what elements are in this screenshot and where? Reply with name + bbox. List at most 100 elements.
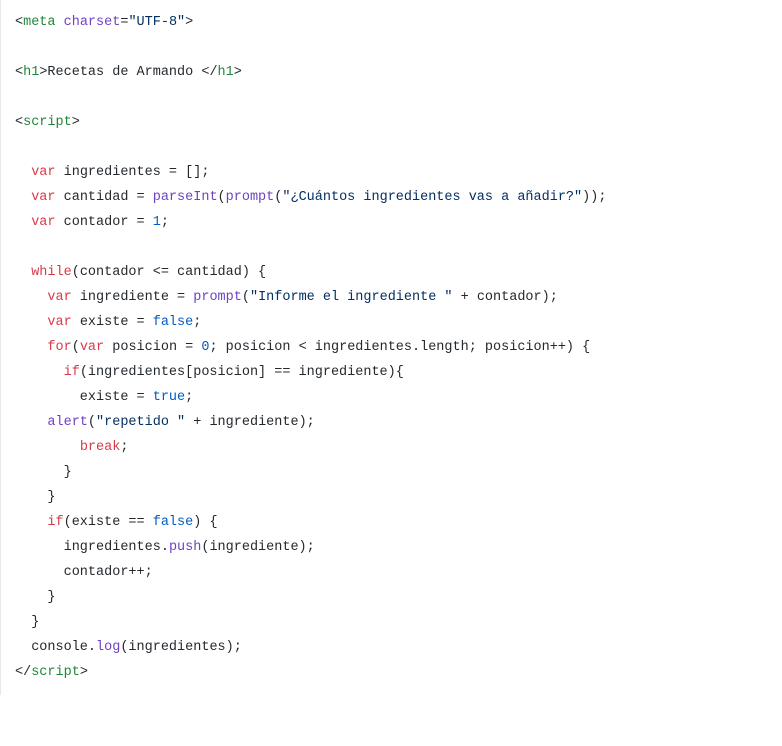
- code-line: if(ingredientes[posicion] == ingrediente…: [15, 360, 768, 385]
- code-token: ;: [185, 390, 193, 405]
- code-token: console.: [15, 640, 96, 655]
- code-token: while: [31, 265, 72, 280]
- code-token: [15, 365, 64, 380]
- code-token: "repetido ": [96, 415, 185, 430]
- code-token: "Informe el ingrediente ": [250, 290, 453, 305]
- code-block: <meta charset="UTF-8"> <h1>Recetas de Ar…: [15, 10, 768, 685]
- code-token: [15, 315, 47, 330]
- code-token: >Recetas de Armando </: [39, 65, 217, 80]
- code-token: + contador);: [453, 290, 558, 305]
- code-token: (contador <= cantidad) {: [72, 265, 266, 280]
- code-token: existe =: [15, 390, 153, 405]
- code-token: ;: [120, 440, 128, 455]
- code-token: charset: [64, 15, 121, 30]
- code-line: <meta charset="UTF-8">: [15, 10, 768, 35]
- code-line: [15, 85, 768, 110]
- code-token: [15, 165, 31, 180]
- code-token: script: [23, 115, 72, 130]
- code-line: ingredientes.push(ingrediente);: [15, 535, 768, 560]
- code-line: }: [15, 585, 768, 610]
- code-line: var existe = false;: [15, 310, 768, 335]
- code-line: contador++;: [15, 560, 768, 585]
- code-line: <h1>Recetas de Armando </h1>: [15, 60, 768, 85]
- code-token: posicion =: [104, 340, 201, 355]
- code-token: <: [15, 115, 23, 130]
- code-token: "UTF-8": [128, 15, 185, 30]
- code-token: ingredientes = [];: [56, 165, 210, 180]
- code-token: false: [153, 515, 194, 530]
- code-token: 1: [153, 215, 161, 230]
- code-token: }: [15, 590, 56, 605]
- code-token: (ingredientes);: [120, 640, 242, 655]
- code-token: ingredientes.: [15, 540, 169, 555]
- code-token: var: [31, 190, 55, 205]
- code-token: (: [242, 290, 250, 305]
- code-line: var contador = 1;: [15, 210, 768, 235]
- code-token: >: [80, 665, 88, 680]
- code-token: >: [72, 115, 80, 130]
- code-line: var ingrediente = prompt("Informe el ing…: [15, 285, 768, 310]
- code-line: for(var posicion = 0; posicion < ingredi…: [15, 335, 768, 360]
- code-token: prompt: [226, 190, 275, 205]
- code-token: log: [96, 640, 120, 655]
- code-token: contador =: [56, 215, 153, 230]
- code-token: push: [169, 540, 201, 555]
- code-token: alert: [47, 415, 88, 430]
- code-line: console.log(ingredientes);: [15, 635, 768, 660]
- code-line: if(existe == false) {: [15, 510, 768, 535]
- code-line: alert("repetido " + ingrediente);: [15, 410, 768, 435]
- code-line: var cantidad = parseInt(prompt("¿Cuántos…: [15, 185, 768, 210]
- code-token: ) {: [193, 515, 217, 530]
- code-token: }: [15, 615, 39, 630]
- code-token: [15, 265, 31, 280]
- code-line: [15, 135, 768, 160]
- code-token: ingrediente =: [72, 290, 194, 305]
- code-token: (: [72, 340, 80, 355]
- code-token: var: [31, 215, 55, 230]
- code-token: (ingredientes[posicion] == ingrediente){: [80, 365, 404, 380]
- code-token: prompt: [193, 290, 242, 305]
- code-line: break;: [15, 435, 768, 460]
- code-token: var: [47, 315, 71, 330]
- code-token: (: [88, 415, 96, 430]
- code-token: [15, 415, 47, 430]
- code-token: (ingrediente);: [201, 540, 314, 555]
- code-line: while(contador <= cantidad) {: [15, 260, 768, 285]
- code-token: [15, 340, 47, 355]
- code-token: break: [80, 440, 121, 455]
- code-token: [15, 290, 47, 305]
- code-token: }: [15, 490, 56, 505]
- code-token: contador++;: [15, 565, 153, 580]
- code-token: var: [80, 340, 104, 355]
- code-token: (existe ==: [64, 515, 153, 530]
- code-token: var: [47, 290, 71, 305]
- code-token: ;: [193, 315, 201, 330]
- code-token: [15, 515, 47, 530]
- code-token: if: [64, 365, 80, 380]
- code-token: meta: [23, 15, 55, 30]
- code-token: ; posicion < ingredientes.length; posici…: [209, 340, 590, 355]
- code-line: }: [15, 460, 768, 485]
- code-token: <: [15, 15, 23, 30]
- code-token: >: [234, 65, 242, 80]
- code-token: [15, 190, 31, 205]
- code-token: ));: [582, 190, 606, 205]
- code-token: + ingrediente);: [185, 415, 315, 430]
- code-token: true: [153, 390, 185, 405]
- code-token: false: [153, 315, 194, 330]
- code-token: script: [31, 665, 80, 680]
- code-token: cantidad =: [56, 190, 153, 205]
- code-line: <script>: [15, 110, 768, 135]
- code-line: }: [15, 485, 768, 510]
- code-token: >: [185, 15, 193, 30]
- code-token: for: [47, 340, 71, 355]
- code-token: [56, 15, 64, 30]
- code-token: "¿Cuántos ingredientes vas a añadir?": [282, 190, 582, 205]
- code-line: [15, 35, 768, 60]
- code-token: }: [15, 465, 72, 480]
- code-token: if: [47, 515, 63, 530]
- code-line: var ingredientes = [];: [15, 160, 768, 185]
- code-token: h1: [218, 65, 234, 80]
- code-token: [15, 215, 31, 230]
- code-line: </script>: [15, 660, 768, 685]
